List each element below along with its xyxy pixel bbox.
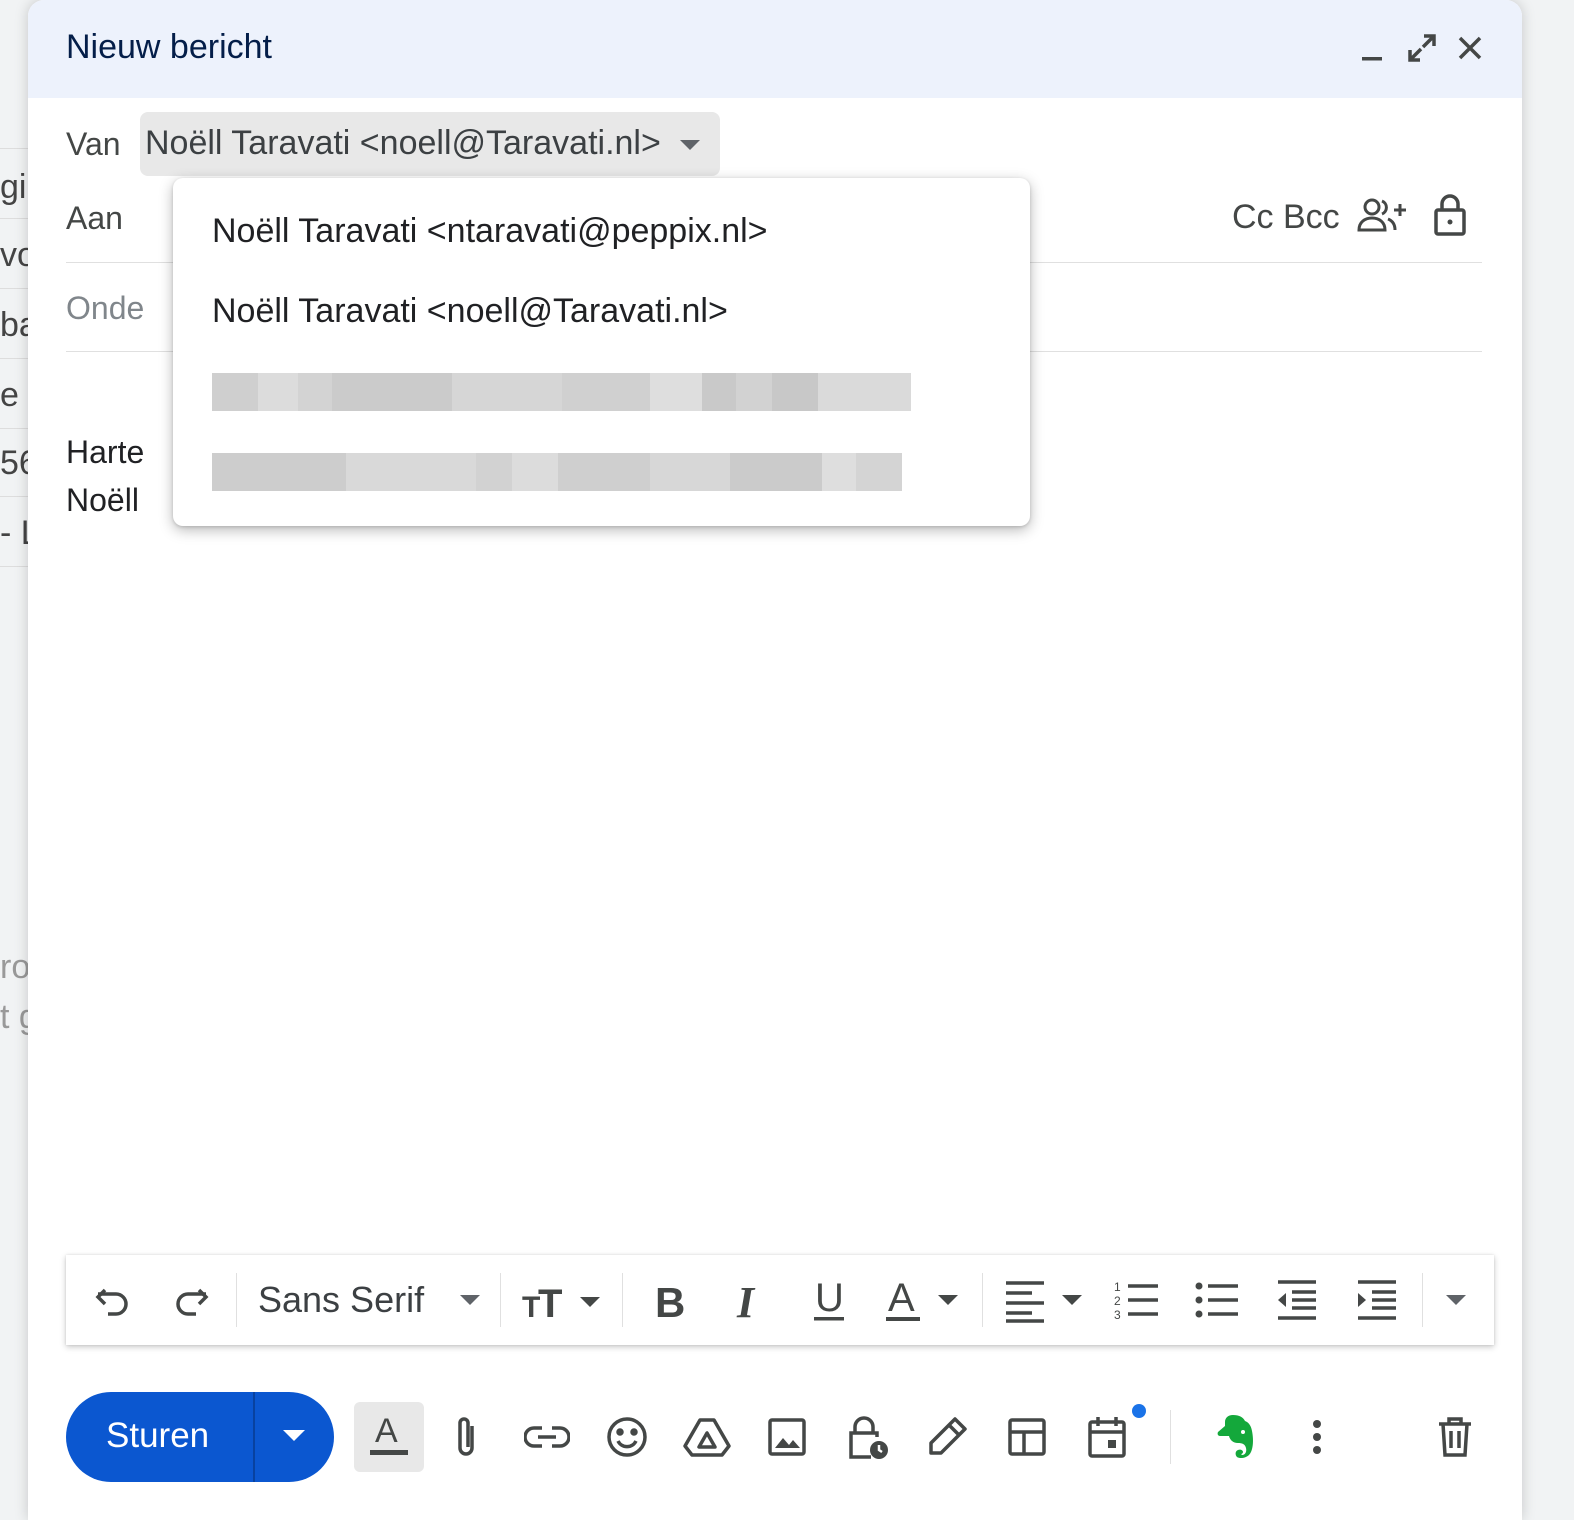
signature-icon[interactable] — [912, 1402, 982, 1472]
send-label: Sturen — [106, 1416, 210, 1455]
chevron-down-icon[interactable] — [460, 1295, 480, 1305]
bg-divider — [0, 566, 28, 567]
bg-fragment: vo — [0, 236, 28, 274]
to-label: Aan — [66, 200, 123, 236]
bg-fragment: e – — [0, 376, 28, 414]
evernote-icon[interactable] — [1202, 1402, 1272, 1472]
bulleted-list-icon[interactable] — [1194, 1277, 1240, 1323]
from-select[interactable]: Noëll Taravati <noell@Taravati.nl> — [140, 112, 720, 176]
text-color-icon[interactable]: A — [884, 1276, 964, 1323]
indent-less-icon[interactable] — [1274, 1277, 1320, 1323]
svg-text:1: 1 — [1114, 1280, 1121, 1294]
bg-fragment: ro — [0, 948, 28, 986]
compose-header[interactable]: Nieuw bericht — [28, 0, 1522, 98]
notification-dot — [1132, 1404, 1146, 1418]
close-icon[interactable] — [1452, 30, 1488, 66]
toolbar-separator — [622, 1273, 623, 1327]
body-line[interactable]: Noëll — [66, 482, 139, 519]
from-option[interactable]: Noëll Taravati <ntaravati@peppix.nl> — [212, 212, 768, 251]
bold-icon[interactable]: B — [646, 1277, 692, 1323]
toolbar-separator — [1422, 1273, 1423, 1327]
toolbar-separator — [236, 1273, 237, 1327]
undo-icon[interactable] — [90, 1277, 136, 1323]
from-option[interactable]: Noëll Taravati <noell@Taravati.nl> — [212, 292, 728, 331]
bg-fragment: - L — [0, 514, 28, 552]
emoji-icon[interactable] — [592, 1402, 662, 1472]
drive-icon[interactable] — [672, 1402, 742, 1472]
template-icon[interactable] — [992, 1402, 1062, 1472]
underline-icon[interactable]: U — [806, 1276, 852, 1323]
align-icon[interactable] — [1002, 1277, 1086, 1323]
svg-text:3: 3 — [1114, 1308, 1121, 1322]
send-button[interactable]: Sturen — [66, 1392, 334, 1482]
compose-title: Nieuw bericht — [66, 28, 272, 66]
numbered-list-icon[interactable]: 1 2 3 — [1114, 1277, 1160, 1323]
from-label: Van — [66, 126, 121, 162]
font-size-icon[interactable]: T T — [522, 1277, 602, 1323]
send-separator — [253, 1392, 255, 1482]
more-options-icon[interactable] — [1282, 1402, 1352, 1472]
delete-icon[interactable] — [1420, 1402, 1490, 1472]
bg-divider — [0, 218, 28, 219]
redacted-from-option[interactable] — [212, 453, 902, 491]
cc-bcc-button[interactable]: Cc Bcc — [1232, 198, 1340, 237]
svg-text:U: U — [815, 1276, 844, 1320]
italic-icon[interactable]: I — [726, 1277, 772, 1323]
action-separator — [1170, 1410, 1171, 1464]
add-contacts-icon[interactable] — [1356, 196, 1408, 236]
more-formatting-icon[interactable] — [1446, 1295, 1466, 1305]
bg-fragment: 56 — [0, 444, 28, 482]
attach-icon[interactable] — [432, 1402, 502, 1472]
expand-icon[interactable] — [1404, 30, 1440, 66]
svg-text:B: B — [655, 1279, 685, 1323]
bg-divider — [0, 428, 28, 429]
bg-fragment: t g — [0, 998, 28, 1036]
svg-text:T: T — [538, 1282, 562, 1323]
photo-icon[interactable] — [752, 1402, 822, 1472]
redacted-from-option[interactable] — [212, 373, 911, 411]
subject-input[interactable]: Onde — [66, 290, 144, 327]
from-dropdown-menu: Noëll Taravati <ntaravati@peppix.nl> Noë… — [173, 178, 1030, 526]
svg-text:I: I — [736, 1278, 756, 1323]
confidential-icon[interactable] — [832, 1402, 902, 1472]
background-mail-list: gi vo ba e – 56 - L ro t g — [0, 0, 28, 1520]
bg-fragment: gi — [0, 168, 27, 206]
send-options-icon[interactable] — [283, 1430, 305, 1441]
from-value: Noëll Taravati <noell@Taravati.nl> — [145, 124, 661, 162]
indent-more-icon[interactable] — [1354, 1277, 1400, 1323]
bg-divider — [0, 358, 28, 359]
link-icon[interactable] — [512, 1402, 582, 1472]
bg-divider — [0, 496, 28, 497]
svg-text:A: A — [375, 1412, 398, 1450]
font-select[interactable]: Sans Serif — [258, 1279, 424, 1321]
formatting-toolbar: Sans Serif T T B I U A 1 2 3 — [66, 1255, 1494, 1345]
body-line[interactable]: Harte — [66, 434, 144, 471]
toolbar-separator — [982, 1273, 983, 1327]
svg-text:A: A — [888, 1276, 915, 1320]
minimize-icon[interactable] — [1354, 30, 1390, 66]
bg-divider — [0, 148, 28, 149]
bg-divider — [0, 288, 28, 289]
lock-icon[interactable] — [1430, 192, 1470, 238]
svg-text:2: 2 — [1114, 1294, 1121, 1308]
chevron-down-icon — [680, 140, 700, 150]
redo-icon[interactable] — [168, 1277, 214, 1323]
formatting-icon[interactable]: A — [354, 1402, 424, 1472]
bg-fragment: ba — [0, 306, 28, 344]
compose-window: Nieuw bericht Van Noëll Taravati <noell@… — [28, 0, 1522, 1520]
toolbar-separator — [500, 1273, 501, 1327]
